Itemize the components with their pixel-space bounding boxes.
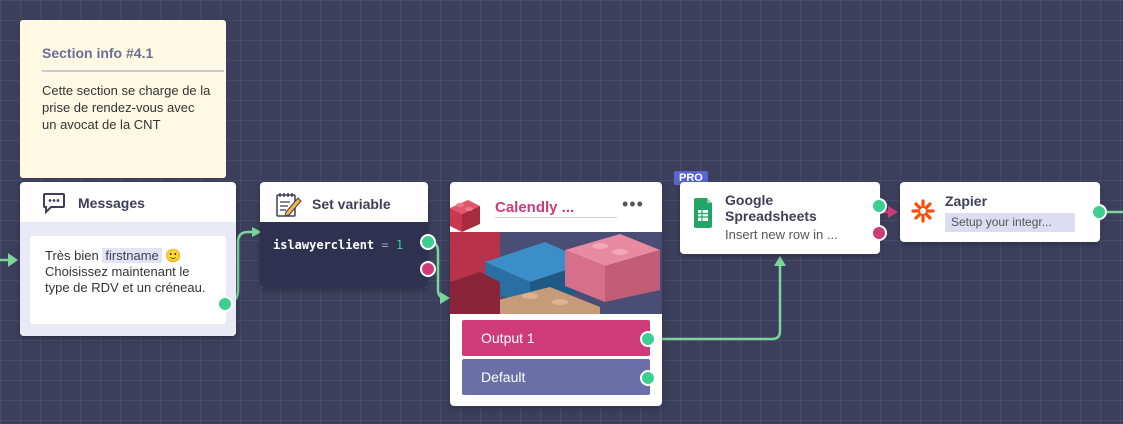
google-sheets-error-port[interactable] [871, 225, 887, 241]
google-sheets-icon [694, 198, 712, 228]
calendly-cover-image [450, 232, 662, 314]
variable-assignment[interactable]: islawyerclient = 1 [260, 222, 428, 288]
zapier-node[interactable]: Zapier Setup your integr... [900, 182, 1107, 242]
lego-brick-icon [450, 200, 480, 232]
note-body: Cette section se charge de la prise de r… [42, 83, 211, 132]
chat-bubble-icon [43, 193, 65, 214]
set-variable-title: Set variable [312, 196, 391, 212]
google-sheets-subtitle: Insert new row in ... [725, 227, 838, 242]
notepad-pencil-icon [276, 193, 302, 217]
set-variable-node[interactable]: Set variable islawyerclient = 1 [260, 182, 436, 288]
message-text-start: Très bien [45, 248, 103, 263]
google-sheets-success-port[interactable] [871, 198, 887, 214]
zapier-output-port[interactable] [1091, 204, 1107, 220]
output-1-button[interactable]: Output 1 [462, 320, 650, 356]
messages-body: Très bien firstname 🙂 Choisissez mainten… [20, 222, 236, 336]
calendly-title[interactable]: Calendly ... [495, 199, 574, 216]
output-1-port[interactable] [640, 331, 656, 347]
calendly-title-underline [495, 217, 617, 218]
zapier-title: Zapier [945, 193, 988, 209]
smiley-emoji: 🙂 [165, 248, 182, 263]
messages-output-port[interactable] [217, 296, 233, 312]
zapier-subtitle[interactable]: Setup your integr... [945, 213, 1075, 232]
set-variable-error-port[interactable] [420, 261, 436, 277]
arrow-gsheets [774, 256, 786, 266]
messages-title: Messages [78, 195, 145, 211]
more-options-icon[interactable]: ••• [622, 194, 644, 215]
arrow-zapier [888, 206, 898, 218]
message-bubble[interactable]: Très bien firstname 🙂 Choisissez mainten… [30, 236, 226, 324]
google-sheets-title: Google Spreadsheets [725, 192, 817, 224]
message-text: Très bien firstname 🙂 Choisissez mainten… [45, 248, 210, 296]
variable-value: 1 [395, 238, 404, 252]
message-text-end: Choisissez maintenant le type de RDV et … [45, 264, 206, 295]
default-output-button[interactable]: Default [462, 359, 650, 395]
note-divider [42, 70, 224, 72]
default-output-port[interactable] [640, 370, 656, 386]
set-variable-success-port[interactable] [420, 234, 436, 250]
arrow-calendly [440, 292, 450, 304]
set-variable-header: Set variable [274, 190, 391, 218]
messages-header: Messages [42, 192, 145, 214]
section-info-note[interactable]: Section info #4.1 Cette section se charg… [20, 20, 226, 178]
link-calendly-gsheets [651, 262, 782, 341]
assignment-operator: = [381, 238, 389, 252]
arrow-messages [8, 253, 18, 267]
default-output-label: Default [481, 369, 526, 385]
zapier-asterisk-icon [911, 199, 935, 223]
variable-name: islawyerclient [273, 238, 375, 252]
messages-node[interactable]: Messages Très bien firstname 🙂 Choisisse… [20, 182, 236, 336]
calendly-node[interactable]: Calendly ... ••• Output 1 Default [450, 182, 662, 406]
google-sheets-node[interactable]: Google Spreadsheets Insert new row in ..… [680, 182, 887, 254]
note-title: Section info #4.1 [42, 45, 154, 61]
assignment-line: islawyerclient = 1 [273, 238, 403, 252]
variable-chip[interactable]: firstname [102, 248, 162, 263]
output-1-label: Output 1 [481, 330, 535, 346]
